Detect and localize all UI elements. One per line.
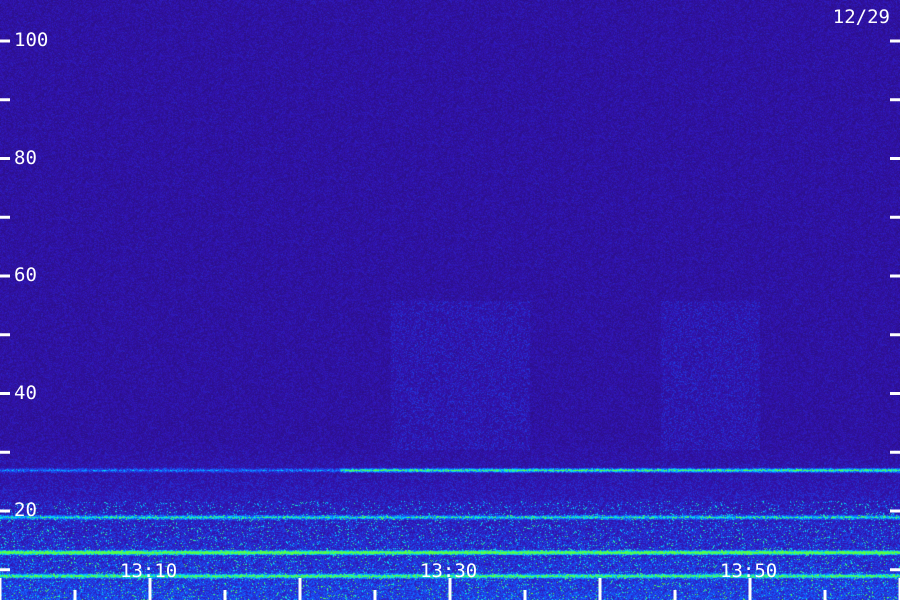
- x-tick-label: 13:30: [420, 560, 478, 582]
- x-tick-label: 13:10: [120, 560, 178, 582]
- y-tick-label: 60: [14, 264, 37, 286]
- y-tick-label: 40: [14, 381, 37, 404]
- y-tick-label: 20: [14, 499, 37, 521]
- y-tick-label: 100: [14, 29, 49, 51]
- y-tick-label: 80: [14, 146, 37, 169]
- x-tick-label: 13:50: [720, 560, 778, 582]
- date-label: 12/29: [832, 6, 890, 28]
- tick-marks: [0, 39, 900, 600]
- spectrogram-panel: 100 80 60 40 20 13:10 13:30 13:50 12/29: [0, 0, 900, 600]
